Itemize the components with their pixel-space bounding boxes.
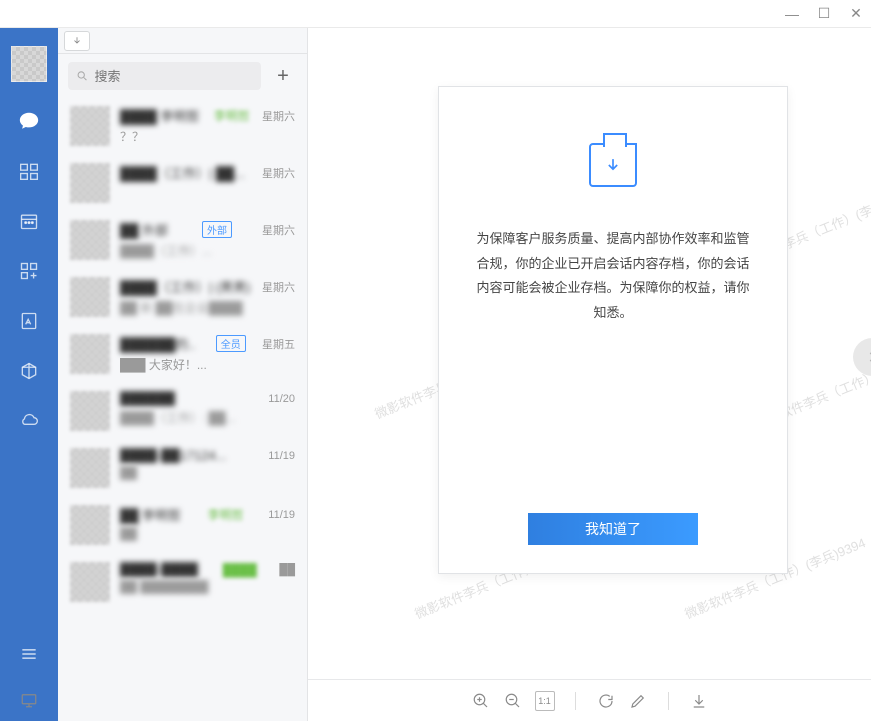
list-item[interactable]: ████（工作）| ██...星期六 [58, 155, 307, 212]
workspace-icon[interactable] [18, 260, 40, 282]
all-badge: 全员 [216, 335, 246, 352]
avatar [70, 448, 110, 488]
next-arrow-button[interactable] [853, 338, 871, 376]
search-input[interactable] [68, 62, 261, 90]
avatar [70, 562, 110, 602]
maximize-button[interactable]: ☐ [817, 7, 831, 21]
conversation-list[interactable]: ████ 李明哲李明哲星期六 ？？ ████（工作）| ██...星期六 ██ … [58, 98, 307, 721]
app-body: + ████ 李明哲李明哲星期六 ？？ ████（工作）| ██...星期六 [0, 28, 871, 721]
search-row: + [58, 54, 307, 98]
external-badge: 外部 [202, 221, 232, 238]
avatar [70, 220, 110, 260]
edit-icon[interactable] [628, 691, 648, 711]
avatar[interactable] [11, 46, 47, 82]
calendar-icon[interactable] [18, 210, 40, 232]
list-item[interactable]: ██████11/20 ████（工作）: ██... [58, 383, 307, 440]
notice-text: 为保障客户服务质量、提高内部协作效率和监管合规，你的企业已开启会话内容存档，你的… [475, 227, 751, 326]
list-item[interactable]: ████（工作）| (男男)星期六 ██ 新 ██在企业████ [58, 269, 307, 326]
confirm-button[interactable]: 我知道了 [528, 513, 698, 545]
contacts-icon[interactable] [18, 160, 40, 182]
nav-rail [0, 28, 58, 721]
minimize-button[interactable]: — [785, 7, 799, 21]
archive-icon [589, 143, 637, 187]
avatar [70, 163, 110, 203]
menu-icon[interactable] [18, 643, 40, 665]
rotate-icon[interactable] [596, 691, 616, 711]
sidebar-tabs [58, 28, 307, 54]
close-button[interactable]: ✕ [849, 7, 863, 21]
search-field[interactable] [95, 69, 253, 84]
main-area: 微影软件李兵（工作）(李兵)9394 微影软件李兵（工作）(李兵)9394 微影… [308, 28, 871, 721]
list-item[interactable]: ██ 李明哲李明哲11/19 ██ [58, 497, 307, 554]
status-monitor-icon[interactable] [0, 679, 58, 721]
avatar [70, 334, 110, 374]
add-button[interactable]: + [269, 62, 297, 90]
avatar [70, 106, 110, 146]
list-item[interactable]: ████ 李明哲李明哲星期六 ？？ [58, 98, 307, 155]
notice-card: 为保障客户服务质量、提高内部协作效率和监管合规，你的企业已开启会话内容存档，你的… [438, 86, 788, 574]
list-item[interactable]: ██████的..全员星期五 ███ 大家好！... [58, 326, 307, 383]
list-item[interactable]: ██ 外部外部星期六 ████（工作）... [58, 212, 307, 269]
avatar [70, 277, 110, 317]
download-icon[interactable] [689, 691, 709, 711]
zoom-reset-icon[interactable]: 1:1 [535, 691, 555, 711]
zoom-out-icon[interactable] [503, 691, 523, 711]
docs-icon[interactable] [18, 310, 40, 332]
avatar [70, 505, 110, 545]
list-item[interactable]: ████-██████████ ██ ████████ [58, 554, 307, 611]
pin-tab-button[interactable] [64, 31, 90, 51]
avatar [70, 391, 110, 431]
chat-icon[interactable] [18, 110, 40, 132]
zoom-in-icon[interactable] [471, 691, 491, 711]
drive-icon[interactable] [18, 360, 40, 382]
sidebar: + ████ 李明哲李明哲星期六 ？？ ████（工作）| ██...星期六 [58, 28, 308, 721]
titlebar: — ☐ ✕ [0, 0, 871, 28]
list-item[interactable]: ████-██17124...11/19 ██ [58, 440, 307, 497]
cloud-icon[interactable] [18, 410, 40, 432]
bottom-toolbar: 1:1 [308, 679, 871, 721]
